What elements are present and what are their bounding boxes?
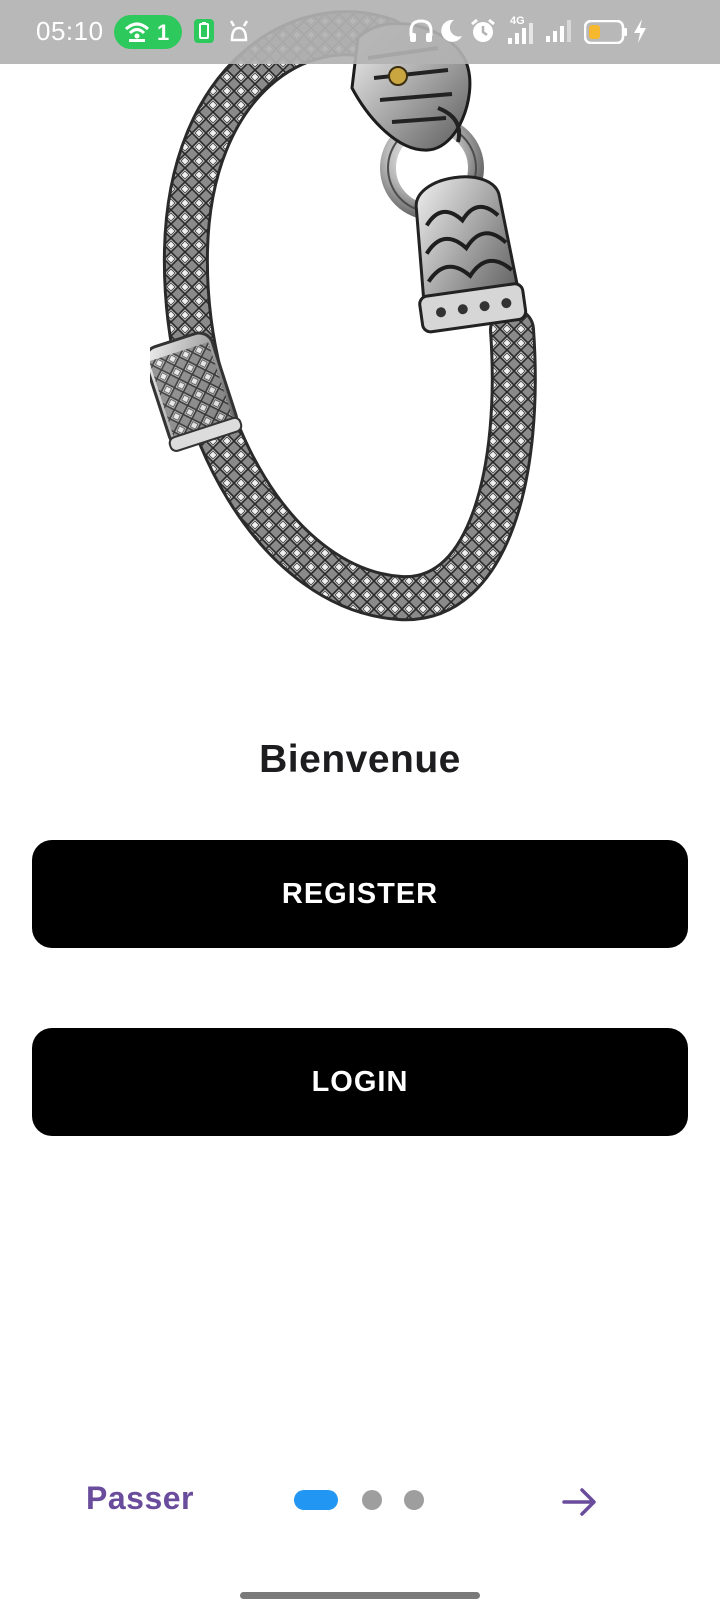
page-dot-1 <box>294 1490 338 1510</box>
arrow-right-icon <box>562 1488 596 1516</box>
login-button[interactable]: LOGIN <box>32 1028 688 1136</box>
moon-icon <box>440 18 464 49</box>
hotspot-count: 1 <box>157 20 170 45</box>
network-type-label: 4G <box>510 15 525 27</box>
welcome-title: Bienvenue <box>259 738 461 781</box>
battery-saver-icon <box>193 18 215 49</box>
signal-4g-icon: 4G <box>504 14 538 51</box>
hotspot-icon <box>124 20 150 49</box>
alarm-icon <box>470 18 496 49</box>
page-dot-3 <box>404 1490 424 1510</box>
home-indicator[interactable] <box>240 1592 480 1599</box>
skip-button[interactable]: Passer <box>86 1480 194 1517</box>
status-time: 05:10 <box>36 16 104 46</box>
status-bar: 05:10 1 4G <box>0 0 720 64</box>
register-button-label: REGISTER <box>281 877 439 910</box>
login-button-label: LOGIN <box>311 1065 409 1098</box>
headphones-icon <box>408 18 434 49</box>
register-button[interactable]: REGISTER <box>32 840 688 948</box>
welcome-screen: 05:10 1 4G Bienvenue REGISTER LOGIN Pass… <box>0 0 720 1612</box>
bracelet-image <box>150 0 570 640</box>
charging-icon <box>632 18 648 49</box>
hotspot-indicator: 1 <box>114 15 182 49</box>
usb-debug-icon <box>228 18 250 49</box>
next-button[interactable] <box>558 1480 602 1524</box>
page-dot-2 <box>362 1490 382 1510</box>
battery-icon <box>583 19 628 49</box>
signal-icon <box>544 16 574 49</box>
